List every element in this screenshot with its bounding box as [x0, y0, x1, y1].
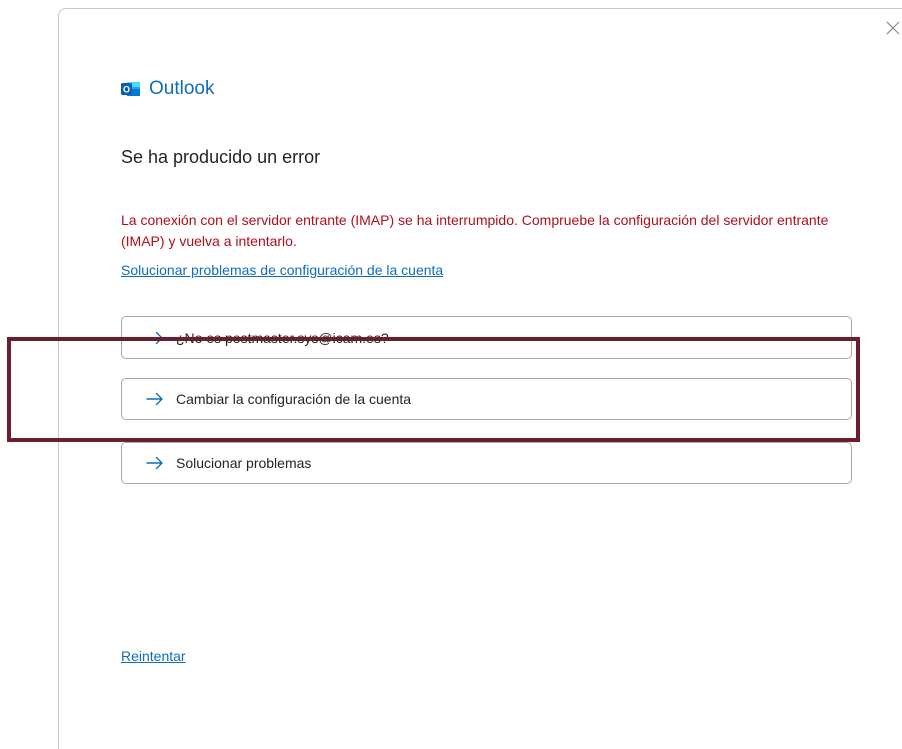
option-label: Solucionar problemas [176, 455, 312, 471]
page: O Outlook Se ha producido un error La co… [0, 0, 902, 749]
option-label: Cambiar la configuración de la cuenta [176, 391, 412, 407]
change-account-settings-button[interactable]: Cambiar la configuración de la cuenta [121, 378, 852, 420]
outlook-logo-icon: O [121, 82, 140, 96]
arrow-right-icon [146, 331, 163, 344]
not-this-account-button[interactable]: ¿No es postmaster.sys@icam.es? [121, 316, 852, 359]
troubleshoot-account-link[interactable]: Solucionar problemas de configuración de… [121, 260, 443, 280]
arrow-right-icon [146, 392, 163, 406]
error-message: La conexión con el servidor entrante (IM… [121, 212, 829, 249]
close-button[interactable] [884, 19, 902, 37]
troubleshoot-button[interactable]: Solucionar problemas [121, 442, 852, 484]
retry-link[interactable]: Reintentar [121, 646, 186, 666]
dialog-title: Se ha producido un error [121, 147, 321, 167]
arrow-right-icon [146, 456, 163, 470]
close-icon [886, 21, 900, 35]
option-label: ¿No es postmaster.sys@icam.es? [176, 329, 389, 346]
app-name: Outlook [149, 78, 215, 99]
logo-letter: O [123, 85, 130, 95]
app-brand: O Outlook [121, 78, 214, 100]
